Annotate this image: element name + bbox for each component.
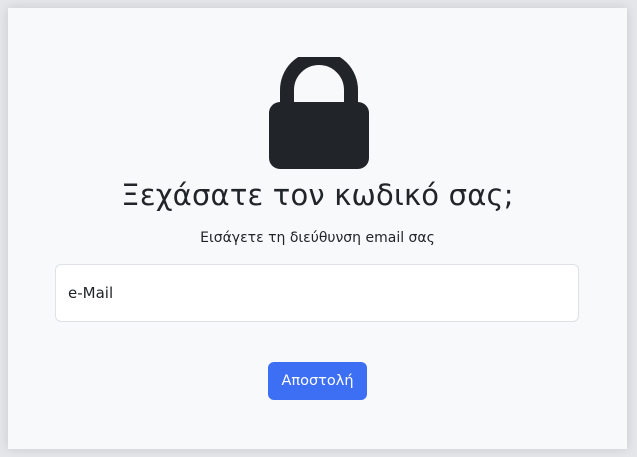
submit-button[interactable]: Αποστολή bbox=[268, 362, 367, 400]
email-field[interactable] bbox=[55, 264, 579, 322]
instruction-text: Εισάγετε τη διεύθυνση email σας bbox=[200, 230, 435, 246]
forgot-password-card: Ξεχάσατε τον κωδικό σας; Εισάγετε τη διε… bbox=[8, 8, 627, 449]
page-title: Ξεχάσατε τον κωδικό σας; bbox=[121, 178, 514, 212]
lock-icon bbox=[269, 57, 369, 169]
